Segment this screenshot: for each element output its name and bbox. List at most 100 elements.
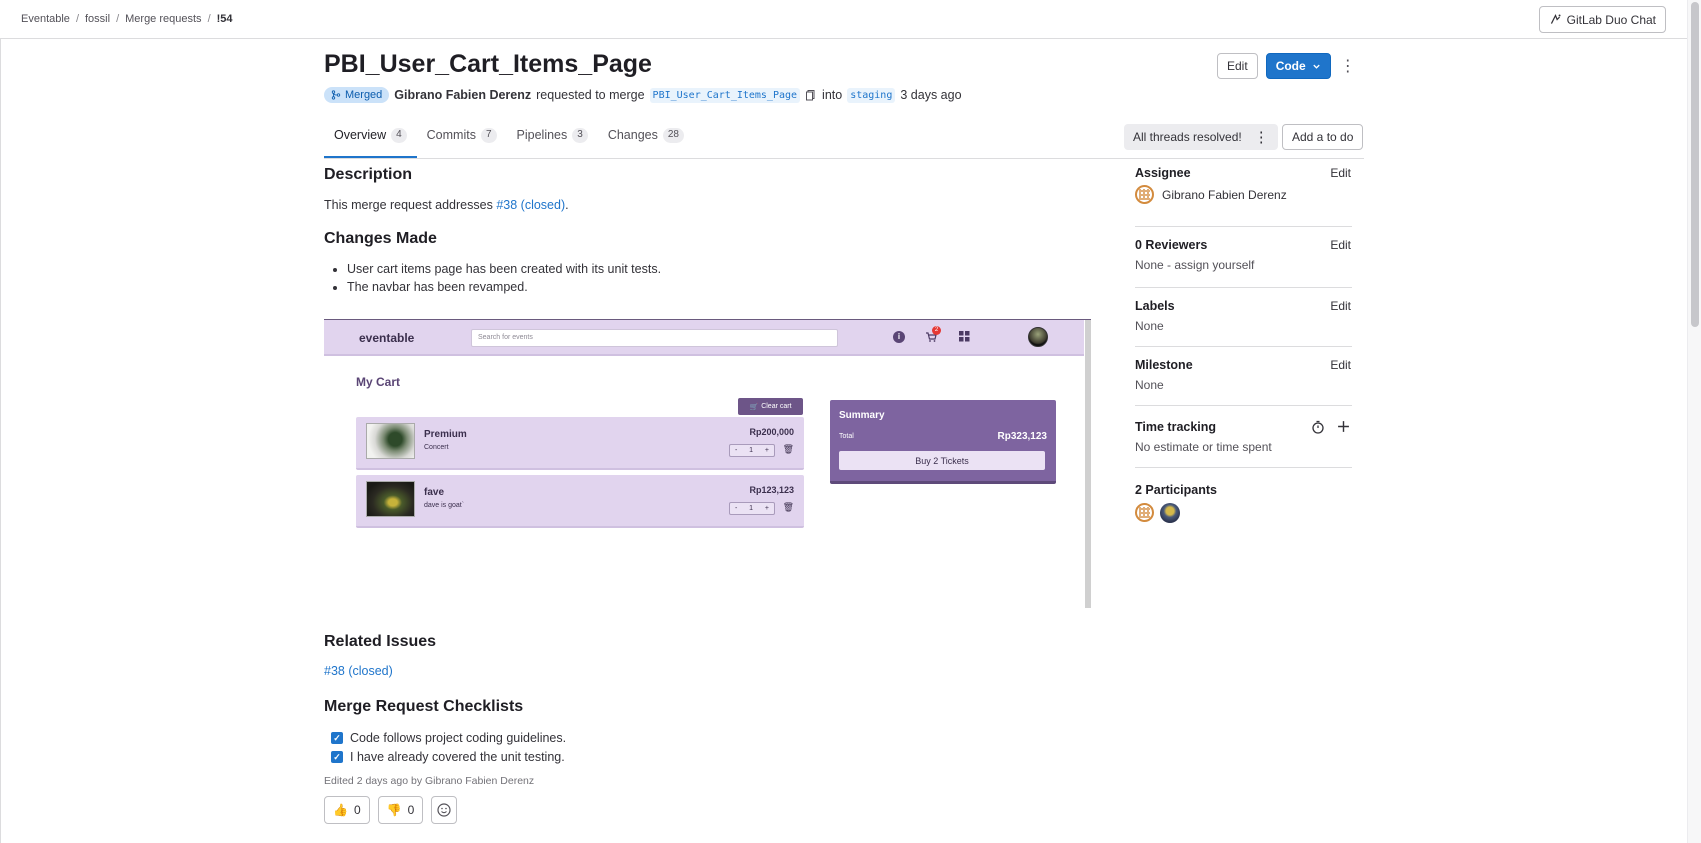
milestone-edit-button[interactable]: Edit bbox=[1330, 358, 1351, 372]
milestone-value: None bbox=[1135, 378, 1164, 392]
item-qty: 1 bbox=[749, 447, 754, 454]
add-todo-button[interactable]: Add a to do bbox=[1282, 124, 1364, 150]
threads-label: All threads resolved! bbox=[1133, 130, 1242, 144]
labels-edit-button[interactable]: Edit bbox=[1330, 299, 1351, 313]
code-dropdown-button[interactable]: Code bbox=[1265, 53, 1331, 79]
checklist-item[interactable]: ✓ I have already covered the unit testin… bbox=[331, 747, 1089, 766]
my-cart-heading: My Cart bbox=[356, 375, 401, 389]
assignee-section: Assignee Edit Gibrano Fabien Derenz bbox=[1135, 166, 1352, 227]
assignee-edit-button[interactable]: Edit bbox=[1330, 166, 1351, 180]
thumbs-down-button[interactable]: 👎 0 bbox=[377, 796, 424, 824]
description-suffix: . bbox=[565, 198, 569, 212]
reviewers-edit-button[interactable]: Edit bbox=[1330, 238, 1351, 252]
checklist-item[interactable]: ✓ Code follows project coding guidelines… bbox=[331, 728, 1089, 747]
target-branch[interactable]: staging bbox=[847, 87, 896, 103]
plus-icon[interactable] bbox=[1337, 420, 1350, 433]
breadcrumb-merge-requests[interactable]: Merge requests bbox=[125, 13, 201, 25]
app-navbar: eventable Search for events i 2 bbox=[324, 320, 1084, 356]
item-name: Premium bbox=[424, 429, 467, 440]
title-actions: Edit Code ⋮ bbox=[1217, 53, 1357, 79]
buy-tickets-button: Buy 2 Tickets bbox=[839, 451, 1045, 470]
avatar[interactable] bbox=[1160, 503, 1180, 523]
tab-count: 7 bbox=[480, 128, 497, 143]
tab-label: Overview bbox=[334, 128, 387, 142]
page-scrollbar[interactable] bbox=[1687, 0, 1701, 843]
source-branch[interactable]: PBI_User_Cart_Items_Page bbox=[649, 87, 801, 103]
checkbox-checked-icon[interactable]: ✓ bbox=[331, 731, 343, 744]
labels-value: None bbox=[1135, 319, 1164, 333]
checklist-label: Code follows project coding guidelines. bbox=[350, 730, 567, 745]
tab-commits[interactable]: Commits 7 bbox=[417, 120, 507, 158]
more-actions-icon[interactable]: ⋮ bbox=[1339, 53, 1357, 79]
tab-changes[interactable]: Changes 28 bbox=[598, 120, 694, 158]
tab-pipelines[interactable]: Pipelines 3 bbox=[507, 120, 598, 158]
duo-sparkle-icon bbox=[1550, 13, 1561, 24]
tab-label: Pipelines bbox=[516, 128, 568, 142]
item-category: Concert bbox=[424, 444, 449, 451]
milestone-section: Milestone Edit None bbox=[1135, 347, 1352, 406]
requested-text: requested to merge bbox=[536, 88, 645, 102]
stopwatch-icon[interactable] bbox=[1311, 420, 1325, 434]
created-time: 3 days ago bbox=[900, 88, 962, 102]
thumbs-up-count: 0 bbox=[353, 803, 361, 817]
thumbs-up-icon: 👍 bbox=[333, 803, 348, 817]
code-label: Code bbox=[1275, 59, 1306, 73]
tab-overview[interactable]: Overview 4 bbox=[324, 120, 417, 158]
issue-link[interactable]: #38 (closed) bbox=[496, 198, 565, 212]
avatar[interactable] bbox=[1135, 503, 1154, 522]
thumbs-down-count: 0 bbox=[407, 803, 415, 817]
embedded-screenshot[interactable]: eventable Search for events i 2 My Cart … bbox=[324, 319, 1091, 608]
thumbs-up-button[interactable]: 👍 0 bbox=[324, 796, 370, 824]
reviewers-section: 0 Reviewers Edit None - assign yourself bbox=[1135, 227, 1352, 288]
summary-card: Summary Total Rp323,123 Buy 2 Tickets bbox=[830, 400, 1056, 484]
smiley-icon bbox=[437, 803, 451, 817]
screenshot-scrollbar bbox=[1085, 320, 1091, 608]
duo-chat-button[interactable]: GitLab Duo Chat bbox=[1538, 6, 1666, 33]
tab-label: Changes bbox=[607, 128, 658, 142]
threads-resolved[interactable]: All threads resolved! ⋮ bbox=[1124, 124, 1278, 150]
reactions-bar: 👍 0 👎 0 bbox=[324, 796, 1089, 824]
duo-chat-label: GitLab Duo Chat bbox=[1566, 12, 1656, 27]
checklist-heading: Merge Request Checklists bbox=[324, 698, 524, 715]
related-issue-link[interactable]: #38 (closed) bbox=[324, 664, 393, 678]
time-tracking-section: Time tracking No estimate or time spent bbox=[1135, 406, 1352, 468]
changes-heading: Changes Made bbox=[324, 230, 437, 247]
breadcrumb-project[interactable]: fossil bbox=[85, 13, 110, 25]
mr-meta: Merged Gibrano Fabien Derenz requested t… bbox=[324, 87, 962, 103]
cart-count-badge: 2 bbox=[932, 326, 941, 335]
assignee-name[interactable]: Gibrano Fabien Derenz bbox=[1162, 188, 1287, 202]
summary-title: Summary bbox=[839, 410, 885, 421]
lower-description: Related Issues #38 (closed) Merge Reques… bbox=[324, 633, 1089, 824]
item-name: fave bbox=[424, 487, 445, 498]
clear-cart-label: Clear cart bbox=[761, 403, 792, 410]
breadcrumb-group[interactable]: Eventable bbox=[21, 13, 70, 25]
scrollbar-thumb[interactable] bbox=[1691, 2, 1699, 327]
description-heading: Description bbox=[324, 166, 413, 183]
item-category: dave is goat` bbox=[424, 502, 465, 509]
checkbox-checked-icon[interactable]: ✓ bbox=[331, 750, 343, 763]
edit-button[interactable]: Edit bbox=[1217, 53, 1258, 79]
list-item: The navbar has been revamped. bbox=[347, 278, 1089, 296]
item-price: Rp200,000 bbox=[749, 427, 794, 437]
description-prefix: This merge request addresses bbox=[324, 198, 493, 212]
tab-count: 3 bbox=[572, 128, 588, 143]
reviewers-value[interactable]: None - assign yourself bbox=[1135, 258, 1352, 272]
quantity-stepper: -1 + bbox=[729, 444, 775, 457]
app-search-input: Search for events bbox=[471, 329, 838, 347]
tab-count: 28 bbox=[662, 128, 684, 143]
avatar[interactable] bbox=[1135, 185, 1154, 204]
chevron-down-icon bbox=[1313, 64, 1320, 69]
top-bar: Eventable / fossil / Merge requests / !5… bbox=[0, 0, 1701, 39]
merge-icon bbox=[331, 90, 341, 100]
time-tracking-label: Time tracking bbox=[1135, 420, 1217, 434]
tab-label: Commits bbox=[426, 128, 476, 142]
status-label: Merged bbox=[345, 89, 383, 101]
threads-kebab-icon[interactable]: ⋮ bbox=[1254, 128, 1269, 146]
breadcrumb-current[interactable]: !54 bbox=[217, 13, 233, 25]
time-tracking-value: No estimate or time spent bbox=[1135, 440, 1272, 454]
copy-icon[interactable] bbox=[805, 89, 817, 101]
description-text: This merge request addresses #38 (closed… bbox=[324, 198, 1089, 212]
author-link[interactable]: Gibrano Fabien Derenz bbox=[394, 88, 531, 102]
cart-remove-icon: 🛒 bbox=[749, 403, 759, 411]
add-reaction-button[interactable] bbox=[431, 796, 458, 824]
